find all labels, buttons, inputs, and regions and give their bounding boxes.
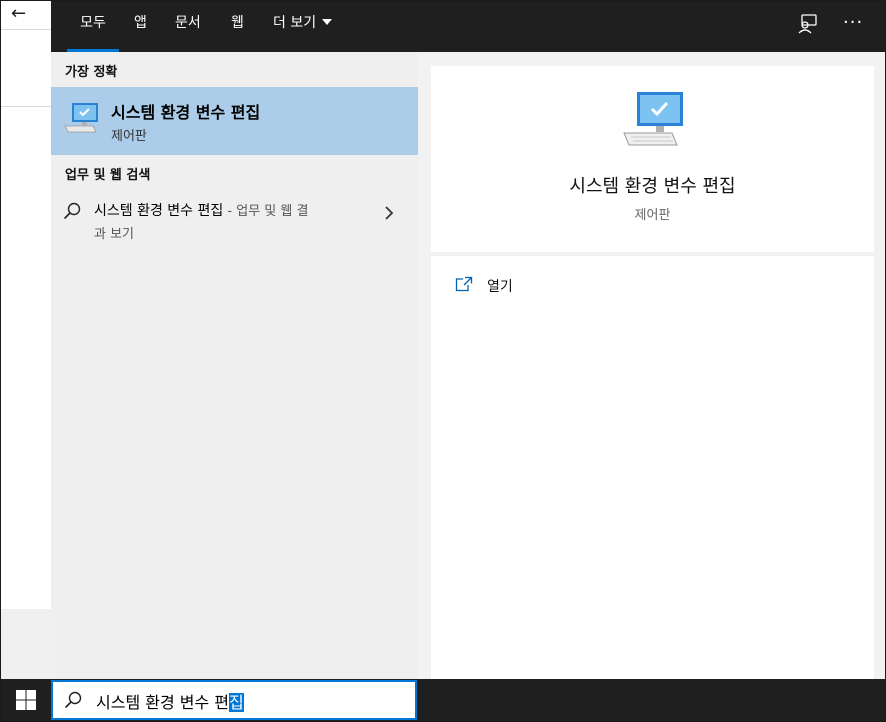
open-label: 열기 xyxy=(487,279,513,295)
detail-actions: 열기 xyxy=(431,256,874,679)
back-arrow-icon[interactable]: ← xyxy=(11,3,26,24)
best-match-title: 시스템 환경 변수 편집 xyxy=(111,103,261,122)
search-tabs-bar: 모두 앱 문서 웹 더 보기 ··· xyxy=(51,1,885,52)
tab-all[interactable]: 모두 xyxy=(67,1,119,52)
more-icon[interactable]: ··· xyxy=(843,12,863,33)
best-match-item[interactable]: 시스템 환경 변수 편집 제어판 xyxy=(51,87,418,155)
tab-documents[interactable]: 문서 xyxy=(175,1,201,52)
web-search-text: 시스템 환경 변수 편집 - 업무 및 웹 결 xyxy=(94,200,308,220)
taskbar: 시스템 환경 변수 편집 xyxy=(1,679,885,721)
search-query-text: 시스템 환경 변수 편 xyxy=(96,693,230,712)
background-app: ← xyxy=(1,1,51,679)
results-list: 가장 정확 시스템 환경 변수 편집 제어판 업무 및 웹 검색 시스템 환경 … xyxy=(51,52,418,679)
web-search-suffix: - 업무 및 웹 결 xyxy=(223,204,309,219)
web-search-heading: 업무 및 웹 검색 xyxy=(65,168,151,183)
search-query-selection: 집 xyxy=(229,693,244,712)
divider xyxy=(1,106,51,107)
search-query: 시스템 환경 변수 편집 xyxy=(96,689,244,713)
screen: ← 모두 앱 문서 웹 더 보기 ··· 가장 정확 시스템 환경 변수 편집 … xyxy=(0,0,886,722)
tab-label: 더 보기 xyxy=(273,15,317,31)
web-search-query: 시스템 환경 변수 편집 xyxy=(94,203,224,219)
search-input[interactable]: 시스템 환경 변수 편집 xyxy=(51,680,417,720)
tab-web[interactable]: 웹 xyxy=(231,1,244,52)
tab-label: 앱 xyxy=(134,15,147,31)
best-match-subtitle: 제어판 xyxy=(111,129,147,144)
search-panel: 모두 앱 문서 웹 더 보기 ··· 가장 정확 시스템 환경 변수 편집 제어… xyxy=(51,1,885,679)
computer-monitor-icon xyxy=(623,92,683,146)
tab-apps[interactable]: 앱 xyxy=(134,1,147,52)
tab-more[interactable]: 더 보기 xyxy=(273,1,333,52)
caret-down-icon xyxy=(322,19,333,25)
computer-monitor-icon xyxy=(64,103,98,133)
open-icon xyxy=(455,276,473,292)
search-icon xyxy=(64,691,82,709)
best-match-heading: 가장 정확 xyxy=(65,65,118,80)
detail-subtitle: 제어판 xyxy=(634,208,671,223)
web-search-item[interactable]: 시스템 환경 변수 편집 - 업무 및 웹 결 과 보기 xyxy=(51,192,418,242)
detail-header: 시스템 환경 변수 편집 제어판 xyxy=(431,66,874,252)
tab-label: 문서 xyxy=(175,15,201,31)
web-search-suffix-cont: 과 보기 xyxy=(94,227,135,242)
search-icon xyxy=(63,202,81,220)
windows-start-icon[interactable] xyxy=(15,689,37,711)
feedback-icon[interactable] xyxy=(797,13,819,39)
divider xyxy=(1,29,51,30)
tab-label: 웹 xyxy=(231,15,244,31)
tab-label: 모두 xyxy=(80,15,106,31)
background-panel xyxy=(1,609,51,679)
detail-title: 시스템 환경 변수 편집 xyxy=(569,176,736,197)
detail-pane: 시스템 환경 변수 편집 제어판 열기 xyxy=(431,66,874,679)
chevron-right-icon[interactable] xyxy=(384,206,394,220)
